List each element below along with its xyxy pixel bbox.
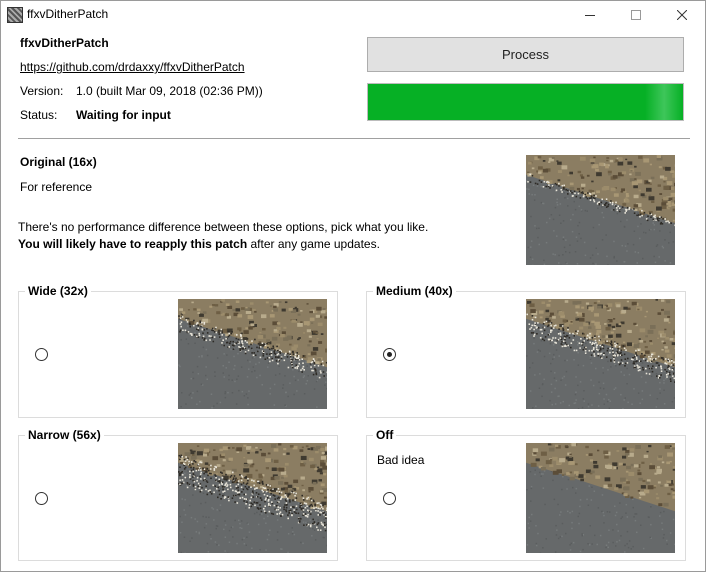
divider: [18, 138, 690, 139]
option-wide-radio[interactable]: [35, 348, 48, 361]
app-icon: [7, 7, 23, 23]
reapply-note-bold: You will likely have to reapply this pat…: [18, 237, 248, 251]
original-preview-image: [526, 155, 675, 265]
option-narrow-preview-image: [178, 443, 327, 553]
option-narrow-radio[interactable]: [35, 492, 48, 505]
option-narrow-label: Narrow (56x): [25, 428, 104, 442]
option-wide-group: Wide (32x): [18, 284, 338, 418]
option-wide-label: Wide (32x): [25, 284, 91, 298]
minimize-icon: [585, 15, 595, 16]
status-label: Status:: [20, 108, 58, 122]
original-title: Original (16x): [20, 155, 97, 169]
option-wide-preview-image: [178, 299, 327, 409]
repo-link[interactable]: https://github.com/drdaxxy/ffxvDitherPat…: [20, 60, 245, 74]
reapply-note: You will likely have to reapply this pat…: [18, 237, 380, 251]
process-button-label: Process: [502, 47, 549, 62]
app-window: ffxvDitherPatch ffxvDitherPatch https://…: [0, 0, 706, 572]
version-label: Version:: [20, 84, 64, 98]
option-off-preview-image: [526, 443, 675, 553]
process-button[interactable]: Process: [367, 37, 684, 72]
maximize-icon: [631, 10, 641, 20]
title-bar[interactable]: ffxvDitherPatch: [1, 1, 705, 29]
progress-bar: [367, 83, 684, 121]
minimize-button[interactable]: [567, 1, 613, 29]
reapply-note-rest: after any game updates.: [247, 237, 380, 251]
performance-note: There's no performance difference betwee…: [18, 220, 429, 234]
maximize-button[interactable]: [613, 1, 659, 29]
window-title: ffxvDitherPatch: [27, 7, 109, 21]
option-narrow-group: Narrow (56x): [18, 428, 338, 561]
progress-fill: [368, 84, 683, 120]
app-name: ffxvDitherPatch: [20, 36, 109, 50]
option-off-label: Off: [373, 428, 397, 442]
option-off-description: Bad idea: [377, 453, 425, 467]
original-subtitle: For reference: [20, 180, 93, 194]
close-icon: [677, 10, 687, 20]
option-off-radio[interactable]: [383, 492, 396, 505]
status-value: Waiting for input: [76, 108, 171, 122]
option-medium-preview-image: [526, 299, 675, 409]
option-medium-radio[interactable]: [383, 348, 396, 361]
option-medium-label: Medium (40x): [373, 284, 456, 298]
close-button[interactable]: [659, 1, 705, 29]
option-off-group: Off Bad idea: [366, 428, 686, 561]
option-medium-group: Medium (40x): [366, 284, 686, 418]
radio-dot: [387, 352, 392, 357]
version-value: 1.0 (built Mar 09, 2018 (02:36 PM)): [76, 84, 263, 98]
